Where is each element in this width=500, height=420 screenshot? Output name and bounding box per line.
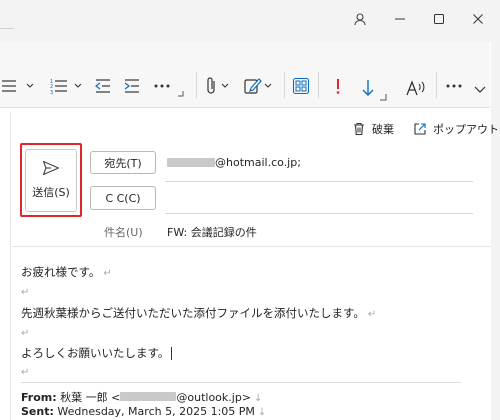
subject-label: 件名(U)	[104, 226, 143, 239]
increase-indent-button[interactable]	[121, 76, 143, 96]
to-button[interactable]: 宛先(T)	[90, 151, 156, 174]
text-caret	[171, 347, 173, 360]
body-text: 先週秋葉様からご送付いただいた添付ファイルを添付いたします。	[21, 306, 365, 320]
forward-divider	[21, 382, 461, 383]
numbering-button[interactable]: 1 2 3	[48, 76, 86, 96]
line-break-mark: ↓	[257, 407, 267, 418]
bullets-button[interactable]	[0, 76, 40, 96]
ribbon-separator	[318, 72, 319, 98]
maximize-icon[interactable]	[428, 8, 450, 30]
down-arrow-icon	[362, 80, 374, 96]
send-button[interactable]: 送信(S)	[25, 148, 77, 212]
body-empty-line[interactable]: ↵	[21, 364, 29, 378]
paragraph-mark: ↵	[21, 367, 30, 378]
account-icon[interactable]	[349, 8, 371, 30]
paragraph-mark: ↵	[367, 309, 377, 320]
forward-from: From: 秋葉 一郎 < @outlook.jp> ↓	[21, 389, 262, 405]
minimize-icon[interactable]	[389, 8, 411, 30]
importance-low-button[interactable]	[356, 76, 380, 100]
discard-button[interactable]: 破棄	[352, 121, 394, 137]
body-line[interactable]: お疲れ様です。 ↵	[21, 264, 112, 280]
send-icon	[42, 160, 60, 176]
to-recipient[interactable]: @hotmail.co.jp;	[167, 156, 301, 169]
exclamation-icon	[336, 79, 340, 94]
sent-value: Wednesday, March 5, 2025 1:05 PM	[57, 405, 255, 418]
cc-button[interactable]: C C(C)	[90, 186, 156, 210]
apps-grid-icon	[292, 77, 310, 95]
body-empty-line[interactable]: ↵	[21, 284, 29, 298]
importance-high-button[interactable]	[328, 76, 348, 96]
body-empty-line[interactable]: ↵	[21, 325, 29, 339]
forward-sent: Sent: Wednesday, March 5, 2025 1:05 PM ↓	[21, 405, 266, 418]
tab-edge	[0, 28, 14, 29]
increase-indent-icon	[124, 79, 139, 93]
send-button-highlight: 送信(S)	[20, 143, 82, 217]
to-field-underline	[165, 181, 473, 182]
to-recipient-domain: @hotmail.co.jp;	[215, 156, 301, 169]
svg-text:3: 3	[50, 90, 53, 96]
from-domain: @outlook.jp>	[176, 391, 252, 404]
body-line[interactable]: よろしくお願いいたします。	[21, 345, 173, 361]
popout-label: ポップアウト	[433, 123, 499, 136]
send-label: 送信(S)	[32, 186, 70, 199]
title-bar	[0, 0, 500, 42]
popout-button[interactable]: ポップアウト	[413, 121, 499, 137]
from-label: From:	[21, 391, 57, 404]
masked-address	[120, 392, 177, 401]
masked-address	[167, 158, 215, 167]
signature-icon	[244, 78, 272, 94]
line-break-mark: ↓	[254, 393, 263, 404]
paragraph-mark: ↵	[103, 268, 112, 279]
read-aloud-button[interactable]	[404, 76, 428, 100]
paperclip-icon	[207, 77, 229, 94]
close-icon[interactable]	[467, 8, 489, 30]
ribbon-separator	[284, 72, 285, 98]
body-text: お疲れ様です。	[21, 265, 101, 279]
apps-button[interactable]	[290, 76, 312, 96]
paragraph-mark: ↵	[21, 287, 30, 298]
more-icon	[446, 84, 462, 88]
decrease-indent-icon	[95, 79, 110, 93]
attach-button[interactable]	[205, 76, 235, 96]
body-line[interactable]: 先週秋葉様からご送付いただいた添付ファイルを添付いたします。 ↵	[21, 305, 376, 321]
sent-label: Sent:	[21, 405, 54, 418]
dialog-launcher-icon[interactable]	[378, 92, 388, 102]
popout-icon	[414, 123, 426, 135]
ribbon-separator	[196, 72, 197, 98]
read-aloud-icon	[406, 80, 425, 96]
trash-icon	[354, 122, 364, 136]
numbered-list-icon: 1 2 3	[50, 79, 82, 96]
body-text: よろしくお願いいたします。	[21, 346, 170, 360]
more-icon	[154, 84, 184, 97]
ribbon-separator	[436, 72, 437, 98]
from-name: 秋葉 一郎 <	[60, 391, 121, 404]
signature-button[interactable]	[243, 76, 275, 96]
header-divider	[12, 246, 491, 247]
more-format-button[interactable]	[150, 76, 190, 104]
paragraph-mark: ↵	[21, 328, 30, 339]
cc-field[interactable]	[165, 213, 473, 214]
discard-label: 破棄	[372, 123, 394, 136]
collapse-ribbon-icon[interactable]	[472, 82, 488, 98]
scrollbar[interactable]	[491, 42, 500, 420]
bullet-list-icon	[2, 80, 34, 92]
decrease-indent-button[interactable]	[92, 76, 114, 96]
more-ribbon-button[interactable]	[442, 76, 466, 96]
subject-field[interactable]: FW: 会議記録の件	[167, 224, 257, 240]
